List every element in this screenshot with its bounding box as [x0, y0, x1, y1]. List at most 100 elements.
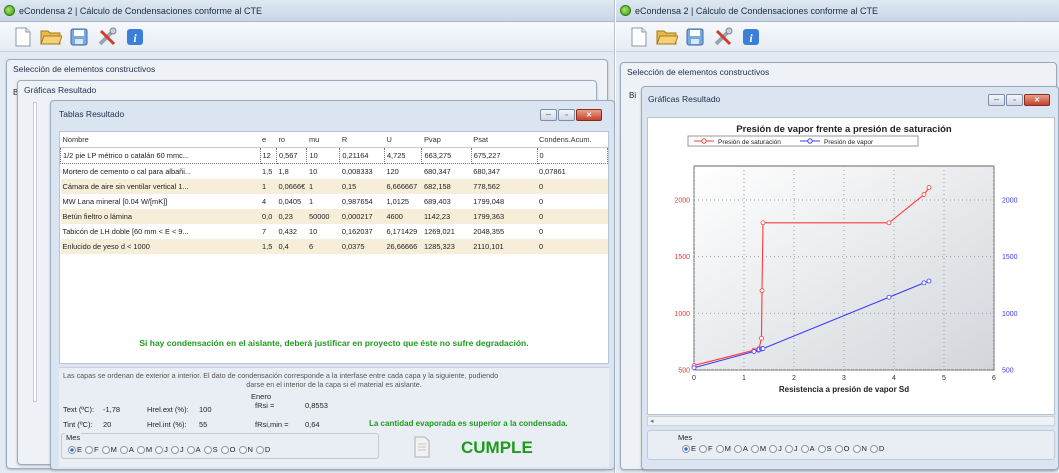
- column-header[interactable]: Psat: [471, 132, 537, 148]
- radio-circle[interactable]: [682, 444, 690, 453]
- month-radio[interactable]: O: [834, 444, 850, 453]
- table-row[interactable]: Tabicón de LH doble [60 mm < E < 9... 7 0,…: [61, 224, 608, 239]
- radio-circle[interactable]: [750, 444, 759, 453]
- new-file-icon[interactable]: [12, 26, 34, 48]
- table-cell: 1: [260, 179, 277, 194]
- radio-circle[interactable]: [186, 445, 195, 454]
- econdensa-app-icon-right: [620, 5, 631, 16]
- month-radio[interactable]: S: [817, 444, 832, 453]
- legend-marker: [807, 138, 813, 144]
- radio-circle[interactable]: [715, 444, 724, 453]
- table-row[interactable]: Betún fieltro o lámina 0,0 0,23 50000 0,0002…: [60, 209, 608, 224]
- month-radio[interactable]: A: [733, 444, 748, 453]
- month-radio[interactable]: M: [101, 445, 117, 454]
- maximize-button[interactable]: ▫: [558, 109, 575, 121]
- month-radio-label: J: [164, 445, 168, 454]
- table-cell: 1,5: [262, 167, 273, 176]
- month-radio[interactable]: F: [85, 445, 99, 454]
- radio-circle[interactable]: [852, 444, 861, 453]
- month-radio[interactable]: D: [869, 444, 884, 453]
- radio-circle[interactable]: [220, 445, 229, 454]
- table-row[interactable]: MW Lana mineral [0.04 W/[mK]] 4 0,0405 1 0,9…: [61, 194, 608, 209]
- month-radio-label: D: [264, 445, 271, 454]
- month-radio[interactable]: E: [682, 444, 696, 453]
- month-radio[interactable]: A: [800, 444, 815, 453]
- radio-circle[interactable]: [869, 444, 878, 453]
- month-radio[interactable]: J: [769, 444, 782, 453]
- column-header[interactable]: mu: [306, 132, 340, 148]
- series-point: [926, 185, 932, 190]
- radio-circle[interactable]: [68, 445, 76, 454]
- month-radio[interactable]: J: [170, 445, 184, 454]
- month-radio[interactable]: M: [715, 444, 731, 453]
- table-row[interactable]: Mortero de cemento o cal para albañi... 1…: [61, 164, 608, 180]
- radio-circle[interactable]: [119, 445, 128, 454]
- month-radio[interactable]: J: [155, 445, 168, 454]
- radio-circle[interactable]: [800, 444, 809, 453]
- radio-circle[interactable]: [255, 445, 264, 454]
- month-radio-group: EFMAMJJASOND: [68, 445, 273, 456]
- table-cell: 10: [308, 167, 318, 176]
- column-header[interactable]: Nombre: [60, 132, 261, 148]
- month-radio-label: F: [94, 445, 99, 454]
- radio-circle[interactable]: [136, 445, 145, 454]
- table-row[interactable]: Cámara de aire sin ventilar vertical 1..…: [60, 179, 608, 194]
- tools-icon[interactable]: [712, 26, 734, 48]
- table-row[interactable]: Enlucido de yeso d < 1000 1,5 0,4 6 0,0375 26…: [60, 239, 608, 254]
- minimize-button[interactable]: ─: [988, 94, 1005, 106]
- info-icon[interactable]: i: [740, 26, 762, 48]
- right-toolbar: i: [616, 22, 1059, 52]
- month-radio[interactable]: A: [186, 445, 201, 454]
- month-radio[interactable]: J: [784, 444, 798, 453]
- radio-circle[interactable]: [817, 444, 826, 453]
- scroll-left-icon[interactable]: ◂: [650, 417, 654, 425]
- column-header[interactable]: ro: [276, 132, 307, 148]
- radio-circle[interactable]: [699, 444, 708, 453]
- month-radio[interactable]: D: [255, 445, 271, 454]
- open-folder-icon[interactable]: [40, 26, 62, 48]
- radio-circle[interactable]: [769, 444, 778, 453]
- y-tick-label-right: 1500: [1002, 254, 1018, 261]
- minimize-button[interactable]: ─: [540, 109, 557, 121]
- month-radio[interactable]: A: [119, 445, 134, 454]
- table-cell: 0,000217: [339, 209, 385, 224]
- column-header[interactable]: R: [339, 132, 385, 148]
- month-radio[interactable]: N: [852, 444, 867, 453]
- column-header[interactable]: Condens.Acum.: [537, 132, 608, 148]
- tools-icon[interactable]: [96, 26, 118, 48]
- column-header[interactable]: e: [260, 132, 277, 148]
- maximize-button[interactable]: ▫: [1006, 94, 1023, 106]
- table-cell: 0,0666€: [276, 179, 307, 194]
- table-cell: 1: [308, 197, 314, 206]
- month-radio[interactable]: M: [136, 445, 152, 454]
- month-radio[interactable]: N: [238, 445, 253, 454]
- month-radio[interactable]: O: [220, 445, 236, 454]
- close-button[interactable]: ✕: [576, 109, 602, 121]
- left-toolbar: i: [0, 22, 614, 52]
- radio-circle[interactable]: [170, 445, 179, 454]
- column-header[interactable]: Pvap: [421, 132, 472, 148]
- radio-circle[interactable]: [101, 445, 110, 454]
- radio-circle[interactable]: [238, 445, 247, 454]
- month-radio[interactable]: M: [750, 444, 766, 453]
- chart-scrollbar[interactable]: ◂: [647, 416, 1055, 426]
- save-icon[interactable]: [68, 26, 90, 48]
- close-button[interactable]: ✕: [1024, 94, 1050, 106]
- radio-circle[interactable]: [733, 444, 742, 453]
- save-icon[interactable]: [684, 26, 706, 48]
- month-radio[interactable]: S: [203, 445, 218, 454]
- radio-circle[interactable]: [85, 445, 94, 454]
- right-app-title: eCondensa 2 | Cálculo de Condensaciones …: [635, 5, 878, 16]
- new-file-icon[interactable]: [628, 26, 650, 48]
- radio-circle[interactable]: [784, 444, 793, 453]
- open-folder-icon[interactable]: [656, 26, 678, 48]
- month-radio[interactable]: F: [699, 444, 713, 453]
- month-radio[interactable]: E: [68, 445, 82, 454]
- info-icon[interactable]: i: [124, 26, 146, 48]
- table-row[interactable]: 1/2 pie LP métrico o catalán 60 mmc... 12…: [60, 147, 608, 164]
- report-document-icon[interactable]: [414, 436, 430, 460]
- radio-circle[interactable]: [155, 445, 164, 454]
- radio-circle[interactable]: [834, 444, 843, 453]
- radio-circle[interactable]: [203, 445, 212, 454]
- column-header[interactable]: U: [384, 132, 422, 148]
